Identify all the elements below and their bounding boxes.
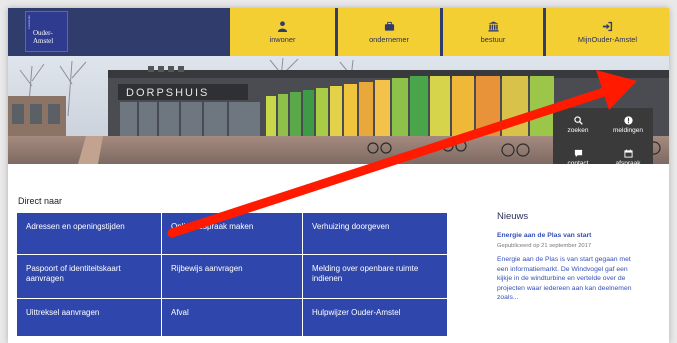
tile-melding-openbare-ruimte[interactable]: Melding over openbare ruimte indienen	[303, 255, 447, 298]
person-icon	[277, 20, 288, 32]
tile-rijbewijs[interactable]: Rijbewijs aanvragen	[162, 255, 302, 298]
quick-links-panel: zoeken meldingen contact afspraak	[553, 108, 653, 164]
login-icon	[602, 21, 613, 31]
nav-inwoner[interactable]: inwoner	[230, 8, 335, 56]
chat-icon	[574, 149, 582, 157]
news-headline-link[interactable]: Energie aan de Plas van start	[497, 232, 591, 239]
quick-label: meldingen	[613, 126, 643, 134]
news-date: Gepubliceerd op 21 september 2017	[497, 243, 592, 249]
nav-label: MijnOuder-Amstel	[577, 34, 638, 44]
nav-bestuur[interactable]: bestuur	[443, 8, 543, 56]
hero-photo: DORPSHUIS zoeken meldingen contact afspr…	[8, 56, 669, 164]
tile-verhuizing[interactable]: Verhuizing doorgeven	[303, 213, 447, 254]
tile-afval[interactable]: Afval	[162, 299, 302, 336]
quick-meldingen[interactable]: meldingen	[603, 108, 653, 141]
logo-side-text: Gemeente	[27, 15, 31, 29]
site-header: Gemeente Ouder- Amstel inwoner onderneme…	[8, 8, 669, 56]
alert-icon	[623, 115, 633, 125]
building-icon	[487, 20, 499, 32]
quick-label: afspraak	[615, 159, 641, 165]
logo-text: Ouder- Amstel	[33, 29, 54, 45]
direct-naar-heading: Direct naar	[18, 196, 63, 206]
nav-mijnouder-amstel[interactable]: MijnOuder-Amstel	[546, 8, 669, 56]
quick-contact[interactable]: contact	[553, 141, 603, 164]
browser-page: Gemeente Ouder- Amstel inwoner onderneme…	[8, 8, 669, 343]
quick-label: contact	[567, 159, 589, 165]
main-nav: inwoner ondernemer bestuur MijnOuder-Ams…	[230, 8, 669, 56]
calendar-icon	[623, 148, 633, 158]
quick-zoeken[interactable]: zoeken	[553, 108, 603, 141]
news-excerpt-link[interactable]: Energie aan de Plas is van start gegaan …	[497, 255, 637, 303]
quick-afspraak[interactable]: afspraak	[603, 141, 653, 164]
tile-hulpwijzer[interactable]: Hulpwijzer Ouder-Amstel	[303, 299, 447, 336]
search-icon	[573, 115, 583, 125]
briefcase-icon	[384, 21, 394, 31]
nav-label: inwoner	[269, 34, 296, 44]
tile-online-afspraak[interactable]: Online afspraak maken	[162, 213, 302, 254]
direct-links-grid: Adressen en openingstijden Online afspra…	[17, 213, 447, 336]
news-heading: Nieuws	[497, 211, 529, 222]
quick-label: zoeken	[567, 126, 589, 134]
nav-ondernemer[interactable]: ondernemer	[338, 8, 440, 56]
nav-label: ondernemer	[369, 34, 409, 44]
tile-paspoort[interactable]: Paspoort of identiteitskaart aanvragen	[17, 255, 161, 298]
building-sign: DORPSHUIS	[126, 87, 209, 99]
nav-label: bestuur	[480, 34, 506, 44]
tile-adressen-openingstijden[interactable]: Adressen en openingstijden	[17, 213, 161, 254]
tile-uittreksel[interactable]: Uittreksel aanvragen	[17, 299, 161, 336]
municipality-logo[interactable]: Gemeente Ouder- Amstel	[25, 11, 68, 52]
